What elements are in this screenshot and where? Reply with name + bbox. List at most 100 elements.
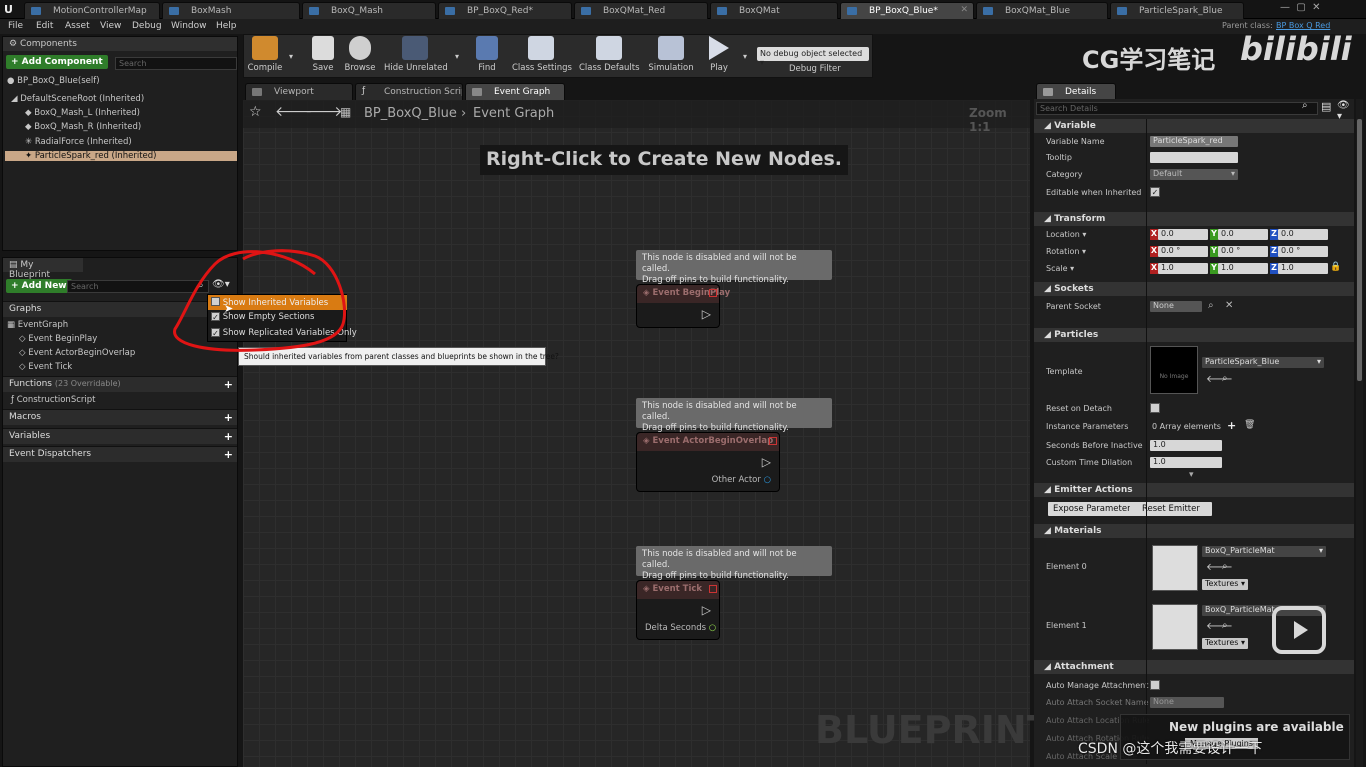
property-matrix-icon[interactable]: ▤	[1321, 100, 1331, 113]
favorite-star-icon[interactable]: ☆	[249, 104, 262, 120]
reset-on-detach-checkbox[interactable]	[1150, 403, 1160, 413]
event-actorbeginoverlap-item[interactable]: ◇ Event ActorBeginOverlap	[19, 348, 135, 358]
location-z-field[interactable]: 0.0	[1278, 229, 1328, 240]
menu-window[interactable]: Window	[171, 21, 207, 31]
lock-icon[interactable]: 🔒	[1330, 262, 1341, 272]
play-button[interactable]: Play	[704, 36, 734, 73]
menu-asset[interactable]: Asset	[65, 21, 90, 31]
component-particlespark-red[interactable]: ✦ ParticleSpark_red (Inherited)	[5, 151, 237, 161]
textures-dropdown-1[interactable]: Textures ▾	[1202, 638, 1248, 649]
find-button[interactable]: Find	[472, 36, 502, 73]
material-0-select[interactable]: BoxQ_ParticleMat ▾	[1202, 546, 1326, 557]
scale-y-field[interactable]: 1.0	[1218, 263, 1268, 274]
section-sockets[interactable]: ◢ Sockets	[1034, 282, 1354, 296]
component-boxq-mash-l[interactable]: ◆ BoxQ_Mash_L (Inherited)	[25, 108, 140, 118]
scale-x-field[interactable]: 1.0	[1158, 263, 1208, 274]
parent-class-link[interactable]: BP Box Q Red	[1276, 21, 1330, 30]
add-element-icon[interactable]: +	[1227, 419, 1236, 432]
tab-boxqmat-red[interactable]: BoxQMat_Red	[574, 2, 708, 19]
window-controls[interactable]: — ▢ ✕	[1280, 2, 1321, 13]
section-event-dispatchers[interactable]: Event Dispatchers +	[3, 446, 237, 462]
node-event-actorbeginoverlap[interactable]: ◈ Event ActorBeginOverlap ▷ Other Actor …	[636, 432, 780, 492]
rotation-z-field[interactable]: 0.0 °	[1278, 246, 1328, 257]
template-select[interactable]: ParticleSpark_Blue ▾	[1202, 357, 1324, 368]
add-new-button[interactable]: + Add New	[6, 279, 72, 293]
delegate-pin-icon[interactable]	[709, 289, 717, 297]
components-search-input[interactable]: Search	[115, 57, 237, 70]
tab-boxmash[interactable]: BoxMash	[162, 2, 300, 19]
tab-details[interactable]: Details	[1036, 83, 1116, 100]
search-icon[interactable]: ⌕	[1208, 300, 1214, 311]
browse-search-icon[interactable]: ⌕	[1222, 373, 1228, 384]
constructionscript-item[interactable]: ƒ ConstructionScript	[11, 395, 95, 405]
rotation-x-field[interactable]: 0.0 °	[1158, 246, 1208, 257]
close-icon[interactable]: ✕	[960, 5, 968, 15]
scale-label[interactable]: Scale ▾	[1046, 264, 1074, 273]
scale-z-field[interactable]: 1.0	[1278, 263, 1328, 274]
section-attachment[interactable]: ◢ Attachment	[1034, 660, 1354, 674]
reset-emitter-button[interactable]: Reset Emitter	[1130, 502, 1212, 516]
delegate-pin-icon[interactable]	[709, 585, 717, 593]
eventgraph-item[interactable]: ▦ EventGraph	[7, 320, 68, 330]
class-defaults-button[interactable]: Class Defaults	[579, 36, 640, 73]
event-tick-item[interactable]: ◇ Event Tick	[19, 362, 72, 372]
expand-advanced-icon[interactable]: ▾	[1189, 470, 1194, 480]
debug-object-select[interactable]: No debug object selected ▾	[757, 47, 869, 67]
tab-boxqmat[interactable]: BoxQMat	[710, 2, 838, 19]
event-graph-canvas[interactable]: ☆ 🡐 🡒 ▦ BP_BoxQ_Blue › Event Graph Zoom …	[243, 100, 1053, 767]
material-1-thumbnail[interactable]	[1152, 604, 1198, 650]
add-variable-icon[interactable]: +	[224, 430, 233, 443]
use-selected-arrow-icon[interactable]: 🡐	[1206, 620, 1233, 632]
scrollbar-thumb[interactable]	[1357, 119, 1362, 381]
forward-arrow-icon[interactable]: 🡒	[305, 103, 343, 120]
category-select[interactable]: Default ▾	[1150, 169, 1238, 180]
menu-help[interactable]: Help	[216, 21, 237, 31]
save-button[interactable]: Save	[308, 36, 338, 73]
breadcrumb-bp[interactable]: BP_BoxQ_Blue	[364, 106, 457, 121]
custom-time-dilation-field[interactable]: 1.0	[1150, 457, 1222, 468]
clear-icon[interactable]: ✕	[1225, 300, 1233, 311]
add-component-button[interactable]: + Add Component	[6, 55, 108, 69]
section-particles[interactable]: ◢ Particles	[1034, 328, 1354, 342]
exec-pin-icon[interactable]: ▷	[762, 455, 771, 469]
menu-debug[interactable]: Debug	[132, 21, 162, 31]
trash-icon[interactable]: 🗑	[1244, 420, 1255, 430]
material-0-thumbnail[interactable]	[1152, 545, 1198, 591]
section-functions[interactable]: Functions (23 Overridable) +	[3, 376, 237, 392]
tab-construction-script[interactable]: ƒ Construction Scrip	[355, 83, 463, 100]
variable-name-field[interactable]: ParticleSpark_red	[1150, 136, 1238, 147]
delta-seconds-pin[interactable]: Delta Seconds ○	[645, 623, 716, 633]
section-materials[interactable]: ◢ Materials	[1034, 524, 1354, 538]
rotation-y-field[interactable]: 0.0 °	[1218, 246, 1268, 257]
delegate-pin-icon[interactable]	[769, 437, 777, 445]
browse-button[interactable]: Browse	[342, 36, 378, 73]
add-function-icon[interactable]: +	[224, 378, 233, 391]
section-variable[interactable]: ◢ Variable	[1034, 119, 1354, 133]
section-macros[interactable]: Macros +	[3, 409, 237, 425]
location-x-field[interactable]: 0.0	[1158, 229, 1208, 240]
add-macro-icon[interactable]: +	[224, 411, 233, 424]
search-icon[interactable]: ⌕	[1302, 100, 1308, 111]
browse-search-icon[interactable]: ⌕	[1222, 620, 1228, 631]
tooltip-field[interactable]	[1150, 152, 1238, 163]
component-defaultsceneroot[interactable]: ◢ DefaultSceneRoot (Inherited)	[11, 94, 144, 104]
compile-options-chevron-icon[interactable]: ▾	[289, 52, 293, 61]
node-event-tick[interactable]: ◈ Event Tick ▷ Delta Seconds ○	[636, 580, 720, 640]
tab-particlespark-blue[interactable]: ParticleSpark_Blue	[1110, 2, 1244, 19]
exec-pin-icon[interactable]: ▷	[702, 603, 711, 617]
hide-options-chevron-icon[interactable]: ▾	[455, 52, 459, 61]
editable-inherited-checkbox[interactable]: ✓	[1150, 187, 1160, 197]
location-label[interactable]: Location ▾	[1046, 230, 1086, 239]
location-y-field[interactable]: 0.0	[1218, 229, 1268, 240]
details-search-input[interactable]: Search Details	[1036, 102, 1318, 115]
seconds-before-inactive-field[interactable]: 1.0	[1150, 440, 1222, 451]
tab-boxqmat-blue[interactable]: BoxQMat_Blue	[976, 2, 1108, 19]
compile-button[interactable]: Compile	[247, 36, 283, 73]
parent-socket-field[interactable]: None	[1150, 301, 1202, 312]
unreal-logo-icon[interactable]: U	[4, 3, 18, 16]
section-emitter-actions[interactable]: ◢ Emitter Actions	[1034, 483, 1354, 497]
play-options-chevron-icon[interactable]: ▾	[743, 52, 747, 61]
section-transform[interactable]: ◢ Transform	[1034, 212, 1354, 226]
rotation-label[interactable]: Rotation ▾	[1046, 247, 1086, 256]
menu-view[interactable]: View	[100, 21, 121, 31]
